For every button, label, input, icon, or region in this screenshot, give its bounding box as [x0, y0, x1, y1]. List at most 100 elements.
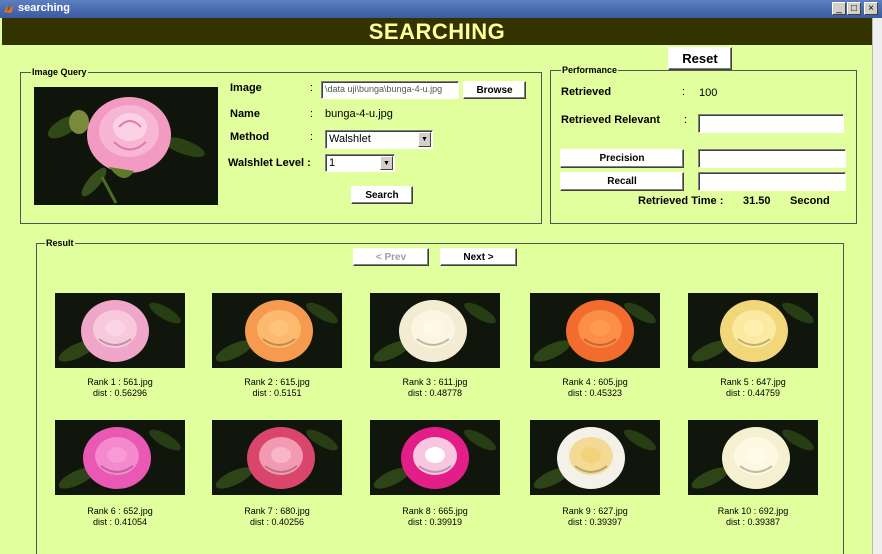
- result-rank-text: Rank 10 : 692.jpg: [717, 506, 789, 516]
- result-caption: Rank 3 : 611.jpg dist : 0.48778: [365, 377, 505, 399]
- image-colon: :: [310, 82, 314, 94]
- result-dist-text: dist : 0.39387: [725, 517, 781, 527]
- result-caption: Rank 10 : 692.jpg dist : 0.39387: [683, 506, 823, 528]
- result-caption: Rank 7 : 680.jpg dist : 0.40256: [207, 506, 347, 528]
- retrieved-time-value: 31.50: [743, 195, 771, 207]
- result-thumbnail[interactable]: [688, 293, 818, 368]
- result-dist-text: dist : 0.39397: [567, 517, 623, 527]
- result-dist-text: dist : 0.56296: [92, 388, 148, 398]
- close-button[interactable]: ×: [864, 2, 878, 15]
- result-dist-text: dist : 0.48778: [407, 388, 463, 398]
- retrieved-value: 100: [699, 87, 718, 99]
- result-thumbnail[interactable]: [530, 420, 660, 495]
- result-caption: Rank 6 : 652.jpg dist : 0.41054: [50, 506, 190, 528]
- result-panel: Result < Prev Next > Rank 1 : 561.jpg dis…: [36, 238, 844, 554]
- image-query-label: Image Query: [31, 67, 88, 78]
- name-value: bunga-4-u.jpg: [325, 108, 393, 120]
- result-rank-text: Rank 6 : 652.jpg: [87, 506, 153, 516]
- method-label: Method: [230, 131, 270, 143]
- result-thumbnail[interactable]: [688, 420, 818, 495]
- result-thumbnail[interactable]: [55, 420, 185, 495]
- retrieved-label: Retrieved: [561, 86, 612, 98]
- precision-output[interactable]: [698, 149, 846, 168]
- image-query-panel: Image Query Image : \data uji\bunga\bung…: [20, 67, 542, 224]
- result-thumbnail[interactable]: [212, 293, 342, 368]
- performance-label: Performance: [561, 65, 619, 76]
- retrieved-time-unit: Second: [790, 195, 830, 207]
- name-label: Name: [230, 108, 260, 120]
- result-label: Result: [45, 238, 75, 249]
- window-right-border: [872, 18, 882, 554]
- result-thumbnail[interactable]: [212, 420, 342, 495]
- name-colon: :: [310, 108, 314, 120]
- retrieved-time-label: Retrieved Time :: [638, 195, 724, 207]
- result-thumbnail[interactable]: [55, 293, 185, 368]
- retrieved-relevant-colon: :: [684, 114, 688, 126]
- method-selected-value: Walshlet: [329, 133, 371, 145]
- result-rank-text: Rank 5 : 647.jpg: [720, 377, 786, 387]
- search-button[interactable]: Search: [351, 186, 413, 204]
- result-rank-text: Rank 2 : 615.jpg: [244, 377, 310, 387]
- rose-image: [212, 420, 342, 495]
- page-title: SEARCHING: [368, 19, 506, 44]
- result-thumbnail[interactable]: [530, 293, 660, 368]
- matlab-logo-icon: [4, 5, 14, 13]
- image-path-field[interactable]: \data uji\bunga\bunga-4-u.jpg: [321, 81, 459, 99]
- rose-image: [55, 420, 185, 495]
- result-thumbnail[interactable]: [370, 420, 500, 495]
- result-dist-text: dist : 0.5151: [252, 388, 302, 398]
- result-caption: Rank 2 : 615.jpg dist : 0.5151: [207, 377, 347, 399]
- header-banner: SEARCHING: [2, 18, 872, 45]
- method-dropdown-arrow-icon[interactable]: ▼: [418, 132, 431, 147]
- maximize-button[interactable]: □: [847, 2, 861, 15]
- rose-image: [370, 293, 500, 368]
- result-rank-text: Rank 9 : 627.jpg: [562, 506, 628, 516]
- result-thumbnail[interactable]: [370, 293, 500, 368]
- query-image: [34, 87, 218, 205]
- result-dist-text: dist : 0.45323: [567, 388, 623, 398]
- method-colon: :: [310, 131, 314, 143]
- rose-image: [688, 293, 818, 368]
- result-caption: Rank 5 : 647.jpg dist : 0.44759: [683, 377, 823, 399]
- minimize-button[interactable]: _: [832, 2, 846, 15]
- window-title-bar: searching _ □ ×: [0, 0, 882, 18]
- result-dist-text: dist : 0.39919: [407, 517, 463, 527]
- browse-button[interactable]: Browse: [463, 81, 526, 99]
- prev-button[interactable]: < Prev: [353, 248, 429, 266]
- result-dist-text: dist : 0.40256: [249, 517, 305, 527]
- result-dist-text: dist : 0.41054: [92, 517, 148, 527]
- retrieved-relevant-label: Retrieved Relevant: [561, 114, 661, 126]
- precision-button[interactable]: Precision: [560, 149, 684, 168]
- walshlet-level-arrow-icon[interactable]: ▼: [380, 156, 393, 170]
- image-label: Image: [230, 82, 262, 94]
- rose-image: [370, 420, 500, 495]
- next-button[interactable]: Next >: [440, 248, 517, 266]
- retrieved-colon: :: [682, 86, 686, 98]
- query-rose-image: [34, 87, 218, 205]
- recall-button[interactable]: Recall: [560, 172, 684, 191]
- result-caption: Rank 9 : 627.jpg dist : 0.39397: [525, 506, 665, 528]
- performance-panel: Performance Retrieved : 100 Retrieved Re…: [550, 65, 857, 224]
- searching-window: searching _ □ × SEARCHING Reset Image Qu…: [0, 0, 882, 554]
- result-caption: Rank 1 : 561.jpg dist : 0.56296: [50, 377, 190, 399]
- rose-image: [688, 420, 818, 495]
- result-caption: Rank 4 : 605.jpg dist : 0.45323: [525, 377, 665, 399]
- rose-image: [55, 293, 185, 368]
- result-dist-text: dist : 0.44759: [725, 388, 781, 398]
- walshlet-level-label: Walshlet Level :: [228, 157, 311, 169]
- recall-output[interactable]: [698, 172, 846, 191]
- result-rank-text: Rank 4 : 605.jpg: [562, 377, 628, 387]
- result-rank-text: Rank 8 : 665.jpg: [402, 506, 468, 516]
- result-rank-text: Rank 3 : 611.jpg: [402, 377, 468, 387]
- retrieved-relevant-input[interactable]: [698, 114, 844, 133]
- walshlet-level-value: 1: [329, 157, 336, 169]
- method-dropdown[interactable]: Walshlet ▼: [325, 130, 433, 149]
- rose-image: [530, 293, 660, 368]
- result-caption: Rank 8 : 665.jpg dist : 0.39919: [365, 506, 505, 528]
- rose-image: [530, 420, 660, 495]
- walshlet-level-dropdown[interactable]: 1 ▼: [325, 154, 395, 172]
- result-rank-text: Rank 1 : 561.jpg: [87, 377, 153, 387]
- window-title: searching: [18, 2, 70, 14]
- rose-image: [212, 293, 342, 368]
- reset-button[interactable]: Reset: [668, 47, 732, 70]
